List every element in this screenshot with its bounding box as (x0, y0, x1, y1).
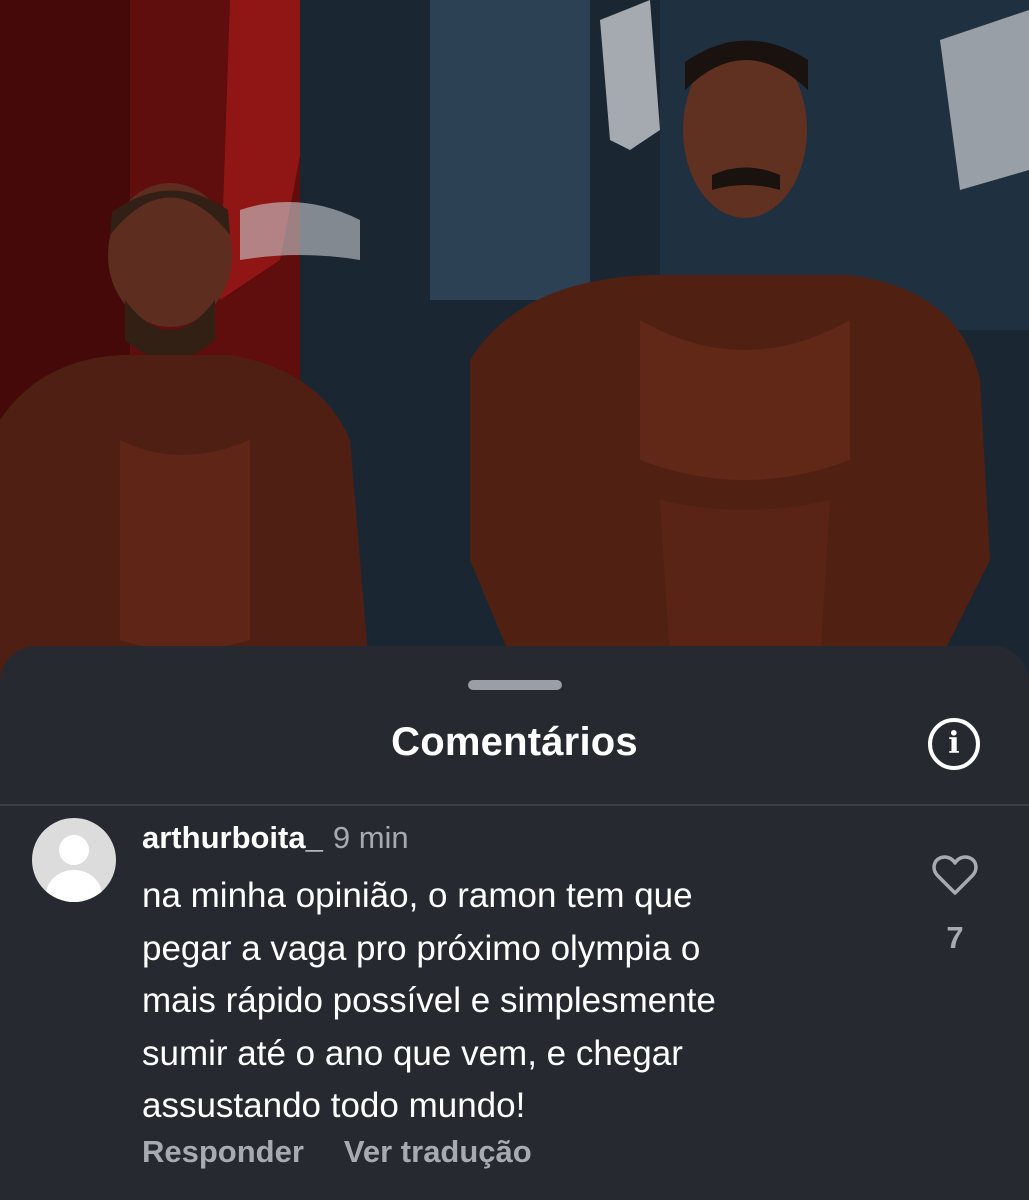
comment-header: arthurboita_ 9 min (142, 818, 409, 858)
sheet-title: Comentários (391, 720, 638, 764)
comment-timestamp: 9 min (332, 820, 409, 855)
see-translation-button[interactable]: Ver tradução (344, 1134, 532, 1169)
like-count: 7 (946, 920, 964, 955)
comment-text: na minha opinião, o ramon tem que pegar … (142, 870, 902, 1133)
video-background[interactable] (0, 0, 1029, 680)
comment-text-line: assustando todo mundo! (142, 1086, 526, 1125)
comment-text-line: mais rápido possível e simplesmente (142, 981, 716, 1020)
comment-text-line: sumir até o ano que vem, e chegar (142, 1033, 683, 1073)
comment-text-line: pegar a vaga pro próximo olympia o (142, 928, 701, 968)
header-divider (0, 804, 1029, 806)
comment-username[interactable]: arthurboita_ (142, 820, 323, 855)
default-avatar-icon[interactable] (32, 818, 116, 902)
heart-outline-icon[interactable] (932, 854, 978, 896)
comments-screen: Comentários i arthurboita_ 9 min na minha… (0, 0, 1029, 1200)
video-frame-illustration (0, 0, 1029, 680)
drag-handle[interactable] (468, 680, 562, 690)
info-icon[interactable]: i (928, 718, 980, 770)
comment-text-line: na minha opinião, o ramon tem que (142, 876, 693, 915)
comment-actions: Responder Ver tradução (142, 1134, 532, 1170)
reply-button[interactable]: Responder (142, 1134, 304, 1169)
comments-sheet: Comentários i arthurboita_ 9 min na minha… (0, 646, 1029, 1200)
